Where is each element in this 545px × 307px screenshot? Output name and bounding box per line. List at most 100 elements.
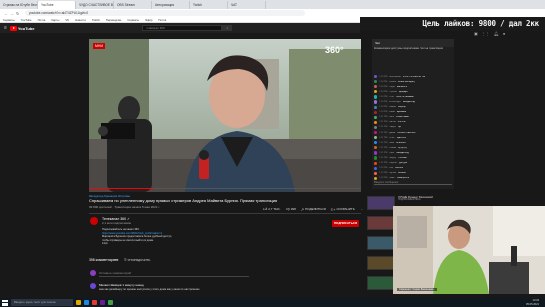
taskbar-search-input[interactable]: Введите здесь текст для поиска [11, 299, 73, 306]
bookmark-item[interactable]: Почта [158, 18, 166, 22]
chat-author[interactable]: Ася [389, 167, 393, 169]
chat-author[interactable]: Фёдор [389, 157, 396, 159]
bookmark-item[interactable]: Почта [38, 18, 46, 22]
chat-author[interactable]: Макс [389, 177, 394, 179]
account-avatar[interactable]: ● [503, 31, 505, 36]
chat-author[interactable]: Глеб [389, 96, 394, 98]
video-player[interactable]: 360° МНИ [89, 39, 361, 192]
chat-author[interactable]: Дима [389, 132, 395, 134]
chat-author[interactable]: КОМАНДА [389, 101, 400, 103]
chat-avatar[interactable] [374, 166, 378, 170]
obs-icon[interactable] [100, 300, 105, 305]
reload-icon[interactable]: ↻ [16, 11, 22, 16]
action-save[interactable]: ≡+ СОХРАНИТЬ [331, 206, 355, 212]
chat-author[interactable]: Лиза [389, 152, 394, 154]
chat-avatar[interactable] [374, 130, 378, 135]
chat-avatar[interactable] [374, 105, 378, 109]
channel-avatar[interactable] [90, 217, 98, 225]
url-input[interactable]: youtube.com/watch?v=al4T4ZPU1Ug#t=0 [25, 10, 305, 16]
chat-author[interactable]: Олег [389, 137, 394, 139]
chat-author[interactable]: Алиса [389, 81, 396, 83]
bookmark-item[interactable]: Сервисы [3, 18, 15, 22]
bookmark-item[interactable]: Переводчик [106, 18, 122, 22]
chat-author[interactable]: Прятки [389, 91, 397, 93]
chat-author[interactable]: Артём [389, 172, 396, 174]
chat-avatar[interactable] [374, 95, 378, 99]
browser-tab[interactable]: OBS Stream [114, 1, 152, 9]
chat-author[interactable]: Лера [389, 86, 394, 88]
bookmark-item[interactable]: Сервисы [127, 18, 139, 22]
suggestion-info[interactable]: ЛУЧШЕ Рошанут Бахишевой ПОДПИСЫВАЙТЕСЬ [398, 196, 468, 203]
search-icon[interactable]: ⌕ [222, 25, 233, 31]
suggestion-thumbnail[interactable] [367, 196, 395, 210]
apps-icon[interactable]: ⋮⋮ [482, 31, 490, 36]
chat-author[interactable]: Роман [389, 147, 396, 149]
chat-avatar[interactable] [374, 120, 378, 124]
chat-author[interactable]: Кик Малин [389, 76, 400, 78]
create-video-icon[interactable]: ▣ [474, 31, 478, 36]
chat-avatar[interactable] [374, 85, 378, 89]
browser-tab[interactable]: ЧУДО СЧАСТЛИВОЕ В [76, 1, 114, 9]
chat-avatar[interactable] [374, 100, 378, 104]
chat-avatar[interactable] [374, 171, 378, 175]
chat-author[interactable]: Сергей [389, 162, 397, 164]
add-comment-input[interactable]: Оставьте комментарий [99, 271, 249, 277]
bookmark-item[interactable]: Twitch [92, 18, 100, 22]
chat-avatar[interactable] [374, 125, 378, 130]
chat-avatar[interactable] [374, 161, 378, 165]
chat-avatar[interactable] [374, 176, 378, 181]
chat-author[interactable]: Маша [389, 106, 395, 108]
action-share[interactable]: ↗ ПОДЕЛИТЬСЯ [301, 206, 326, 212]
taskbar-clock[interactable]: 13:33 05.05.2021 [526, 299, 539, 305]
edge-icon[interactable] [84, 300, 89, 305]
browser-tab[interactable]: YouTube [38, 1, 76, 9]
commenter-avatar[interactable] [90, 283, 96, 289]
chat-author[interactable]: Vasya [389, 126, 395, 128]
chat-author[interactable]: Nika [389, 142, 394, 144]
chrome-icon[interactable] [92, 300, 97, 305]
chat-time: 1:20 PM [379, 95, 388, 98]
bookmark-item[interactable]: Эфир [145, 18, 152, 22]
chat-avatar[interactable] [374, 141, 378, 145]
chat-avatar[interactable] [374, 74, 378, 79]
chat-input[interactable]: Введите сообщение [374, 181, 452, 185]
windows-start-icon[interactable] [2, 299, 8, 306]
browser-tab[interactable]: ЧАТ [228, 1, 266, 9]
chat-author[interactable]: Иван [389, 111, 394, 113]
chat-avatar[interactable] [374, 146, 378, 150]
suggestion-thumbnail[interactable] [367, 236, 395, 250]
youtube-logo[interactable]: YouTube [9, 25, 34, 31]
chat-author[interactable]: Антон [389, 121, 395, 123]
browser-tab[interactable]: Twitch [190, 1, 228, 9]
action-thumbs-down[interactable]: 👎︎ 398 [286, 206, 296, 212]
subscribe-button[interactable]: ПОДПИСАТЬСЯ [332, 220, 359, 227]
suggestion-thumbnail[interactable] [367, 256, 395, 270]
bookmark-item[interactable]: Новости [75, 18, 86, 22]
bookmark-item[interactable]: VK [65, 18, 69, 22]
chat-avatar[interactable] [374, 136, 378, 140]
chat-avatar[interactable] [374, 80, 378, 84]
notifications-icon[interactable]: 🔔︎ [494, 31, 499, 36]
hamburger-menu-icon[interactable]: ≡ [4, 25, 7, 31]
search-input[interactable]: maktarav 360 [142, 25, 223, 31]
file-explorer-icon[interactable] [76, 300, 81, 305]
bookmark-item[interactable]: Карты [51, 18, 59, 22]
browser-tab[interactable]: Стримы на Ютубе бесплатно [0, 1, 38, 9]
action-thumbs-up[interactable]: 👍︎ 2,7 ТЫС. [263, 206, 281, 212]
bookmark-item[interactable]: YouTube [21, 18, 32, 22]
suggestion-thumbnail[interactable] [367, 216, 395, 230]
chat-avatar[interactable] [374, 115, 378, 119]
chat-author[interactable]: Катя [389, 116, 394, 118]
browser-tab[interactable]: Авторизация [152, 1, 190, 9]
sort-comments-button[interactable]: ☰ УПОРЯДОЧИТЬ [124, 258, 150, 262]
show-more-link[interactable]: ЕЩЁ [102, 242, 232, 246]
suggestion-thumbnail[interactable] [367, 276, 395, 290]
chat-avatar[interactable] [374, 156, 378, 160]
chat-time: 1:21 PM [379, 151, 388, 154]
chat-avatar[interactable] [374, 151, 378, 155]
spotify-icon[interactable] [108, 300, 113, 305]
action-more[interactable]: ... [360, 206, 364, 212]
chat-avatar[interactable] [374, 90, 378, 94]
chat-avatar[interactable] [374, 110, 378, 114]
comment-author[interactable]: Михаил Шевцов 1 минуту назад [99, 283, 144, 287]
